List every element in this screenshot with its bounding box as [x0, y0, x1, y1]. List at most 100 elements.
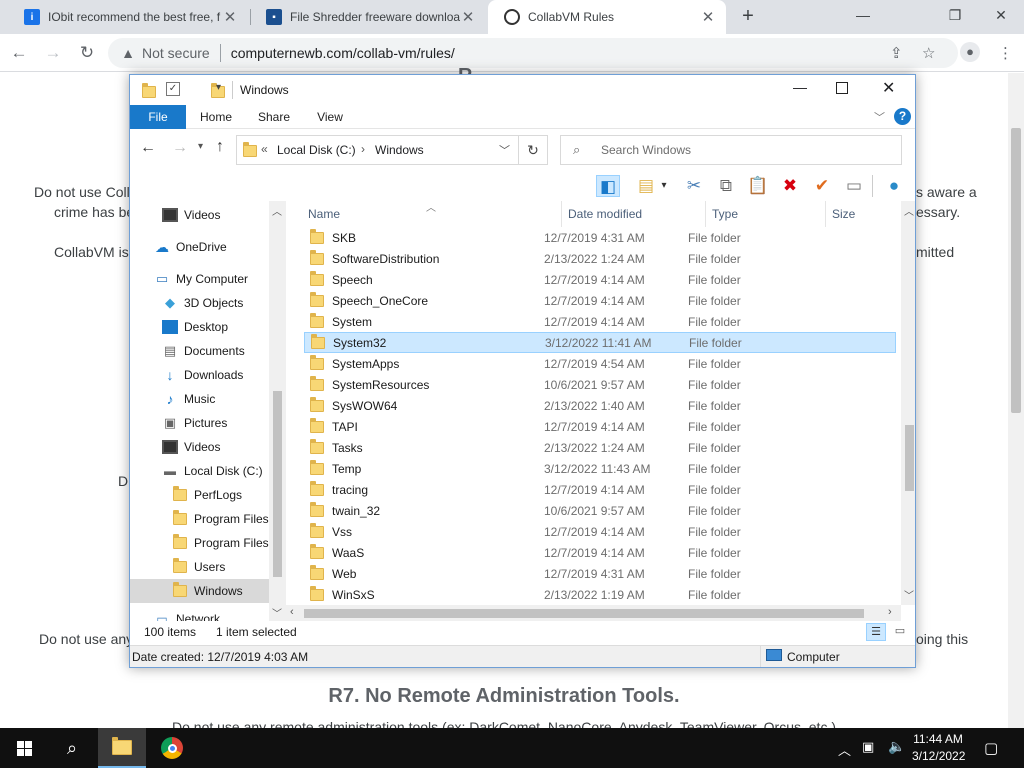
breadcrumb-overflow[interactable]: « [261, 142, 268, 156]
scroll-down-icon[interactable]: ﹀ [272, 605, 282, 620]
nav-item-desktop[interactable]: Desktop [130, 315, 269, 339]
share-icon[interactable]: ⇪ [890, 44, 903, 62]
nav-item-users[interactable]: Users [130, 555, 269, 579]
recent-locations-icon[interactable]: ▾ [198, 141, 203, 152]
rename-check-icon[interactable]: ✔ [810, 175, 834, 197]
back-icon[interactable]: ← [140, 139, 156, 157]
new-folder-icon[interactable]: ▤ [634, 175, 658, 197]
nav-item-windows[interactable]: Windows [130, 579, 269, 603]
column-header-name[interactable]: Name [302, 201, 562, 227]
minimize-icon[interactable]: — [790, 79, 810, 95]
close-icon[interactable]: ✕ [700, 8, 716, 26]
nav-item-onedrive[interactable]: ☁ OneDrive [130, 235, 269, 259]
nav-item-documents[interactable]: ▤ Documents [130, 339, 269, 363]
file-row[interactable]: Speech 12/7/2019 4:14 AM File folder [304, 269, 896, 290]
file-row[interactable]: SoftwareDistribution 2/13/2022 1:24 AM Fil… [304, 248, 896, 269]
taskbar-file-explorer[interactable] [98, 728, 146, 768]
cut-icon[interactable]: ✂ [682, 175, 706, 197]
scroll-up-icon[interactable]: ︿ [904, 203, 914, 218]
file-row[interactable]: Web 12/7/2019 4:31 AM File folder [304, 563, 896, 584]
bookmark-star-icon[interactable]: ☆ [922, 44, 935, 62]
large-icons-view-icon[interactable]: ▭ [890, 623, 910, 641]
file-row[interactable]: Vss 12/7/2019 4:14 AM File folder [304, 521, 896, 542]
properties-icon[interactable]: ▭ [842, 175, 866, 197]
browser-tab-collabvm[interactable]: CollabVM Rules ✕ [488, 0, 726, 34]
scrollbar-thumb[interactable] [905, 425, 914, 491]
file-list-vertical-scrollbar[interactable]: ︿ ﹀ [901, 201, 915, 605]
dropdown-icon[interactable]: ▾ [658, 175, 670, 197]
nav-item-downloads[interactable]: ↓ Downloads [130, 363, 269, 387]
close-window-icon[interactable]: ✕ [978, 0, 1024, 30]
file-row[interactable]: WinSxS 2/13/2022 1:19 AM File folder [304, 584, 896, 605]
tab-share[interactable]: Share [250, 105, 298, 129]
nav-item-3d-objects[interactable]: ◆ 3D Objects [130, 291, 269, 315]
file-row[interactable]: SKB 12/7/2019 4:31 AM File folder [304, 227, 896, 248]
up-folder-icon[interactable]: ↑ [216, 138, 224, 156]
taskbar-chrome[interactable] [148, 728, 196, 768]
scroll-right-icon[interactable]: › [888, 606, 892, 618]
new-tab-button[interactable]: + [736, 4, 760, 28]
forward-icon[interactable]: → [40, 40, 66, 66]
tab-home[interactable]: Home [192, 105, 240, 129]
ribbon-expand-icon[interactable]: ﹀ [874, 109, 885, 125]
scrollbar-thumb[interactable] [304, 609, 864, 618]
scroll-up-icon[interactable]: ︿ [272, 203, 282, 218]
file-row[interactable]: System 12/7/2019 4:14 AM File folder [304, 311, 896, 332]
column-header-type[interactable]: Type [706, 201, 826, 227]
clock-date[interactable]: 3/12/2022 [912, 749, 965, 763]
file-row[interactable]: WaaS 12/7/2019 4:14 AM File folder [304, 542, 896, 563]
browser-tab-file-shredder[interactable]: ▪ File Shredder freeware download ✕ [250, 0, 486, 34]
restore-icon[interactable]: ❐ [932, 0, 978, 30]
preview-pane-icon[interactable]: ◧ [596, 175, 620, 197]
nav-item-videos-top[interactable]: Videos [130, 203, 269, 227]
nav-item-network[interactable]: ▭ Network [130, 607, 269, 621]
back-icon[interactable]: ← [6, 40, 32, 66]
reload-icon[interactable]: ↻ [74, 40, 100, 66]
notifications-icon[interactable]: ▢ [984, 739, 998, 757]
address-bar[interactable]: ▲ Not secure computernewb.com/collab-vm/… [108, 38, 958, 68]
help-icon[interactable]: ? [894, 108, 911, 125]
explorer-title-bar[interactable]: ✓ ▾ Windows — ✕ [130, 75, 915, 105]
search-button[interactable]: ⌕ [48, 728, 96, 768]
show-hidden-icons-icon[interactable]: ︿ [838, 740, 851, 759]
tab-file[interactable]: File [130, 105, 186, 129]
clock-time[interactable]: 11:44 AM [912, 732, 964, 746]
file-row[interactable]: Tasks 2/13/2022 1:24 AM File folder [304, 437, 896, 458]
scrollbar-thumb[interactable] [1011, 128, 1021, 413]
nav-item-perflogs[interactable]: PerfLogs [130, 483, 269, 507]
file-row[interactable]: System32 3/12/2022 11:41 AM File folder [304, 332, 896, 353]
security-label[interactable]: Not secure [142, 45, 210, 61]
start-button[interactable] [0, 728, 48, 768]
nav-item-videos[interactable]: Videos [130, 435, 269, 459]
column-header-date-modified[interactable]: Date modified [562, 201, 706, 227]
file-row[interactable]: twain_32 10/6/2021 9:57 AM File folder [304, 500, 896, 521]
file-row[interactable]: tracing 12/7/2019 4:14 AM File folder [304, 479, 896, 500]
delete-icon[interactable]: ✖ [778, 175, 802, 197]
file-row[interactable]: SystemResources 10/6/2021 9:57 AM File fol… [304, 374, 896, 395]
tab-view[interactable]: View [306, 105, 354, 129]
address-dropdown-icon[interactable]: ﹀ [499, 142, 510, 158]
globe-icon[interactable]: ● [882, 175, 906, 197]
close-icon[interactable]: ✕ [460, 8, 476, 26]
volume-icon[interactable]: 🔈 [888, 738, 905, 755]
breadcrumb-local-disk[interactable]: Local Disk (C:) [277, 143, 356, 157]
search-box[interactable]: ⌕ Search Windows [560, 135, 902, 165]
url-text[interactable]: computernewb.com/collab-vm/rules/ [231, 45, 455, 61]
close-icon[interactable]: ✕ [882, 78, 895, 98]
file-row[interactable]: TAPI 12/7/2019 4:14 AM File folder [304, 416, 896, 437]
nav-item-pictures[interactable]: ▣ Pictures [130, 411, 269, 435]
file-row[interactable]: SystemApps 12/7/2019 4:54 AM File folder [304, 353, 896, 374]
quick-access-dropdown-icon[interactable]: ▾ [216, 82, 221, 93]
menu-kebab-icon[interactable]: ⋮ [998, 44, 1013, 62]
browser-tab-iobit[interactable]: i IObit recommend the best free, f ✕ [8, 0, 248, 34]
breadcrumb-windows[interactable]: Windows [375, 143, 424, 157]
nav-scrollbar[interactable]: ︿ ﹀ [269, 201, 286, 621]
network-icon[interactable]: ▣ [862, 739, 874, 755]
profile-avatar-icon[interactable]: ● [960, 42, 980, 62]
nav-item-music[interactable]: ♪ Music [130, 387, 269, 411]
column-header-size[interactable]: Size [826, 201, 901, 227]
scroll-left-icon[interactable]: ‹ [290, 606, 294, 618]
nav-item-local-disk[interactable]: ▬ Local Disk (C:) [130, 459, 269, 483]
details-view-icon[interactable]: ☰ [866, 623, 886, 641]
file-row[interactable]: Temp 3/12/2022 11:43 AM File folder [304, 458, 896, 479]
